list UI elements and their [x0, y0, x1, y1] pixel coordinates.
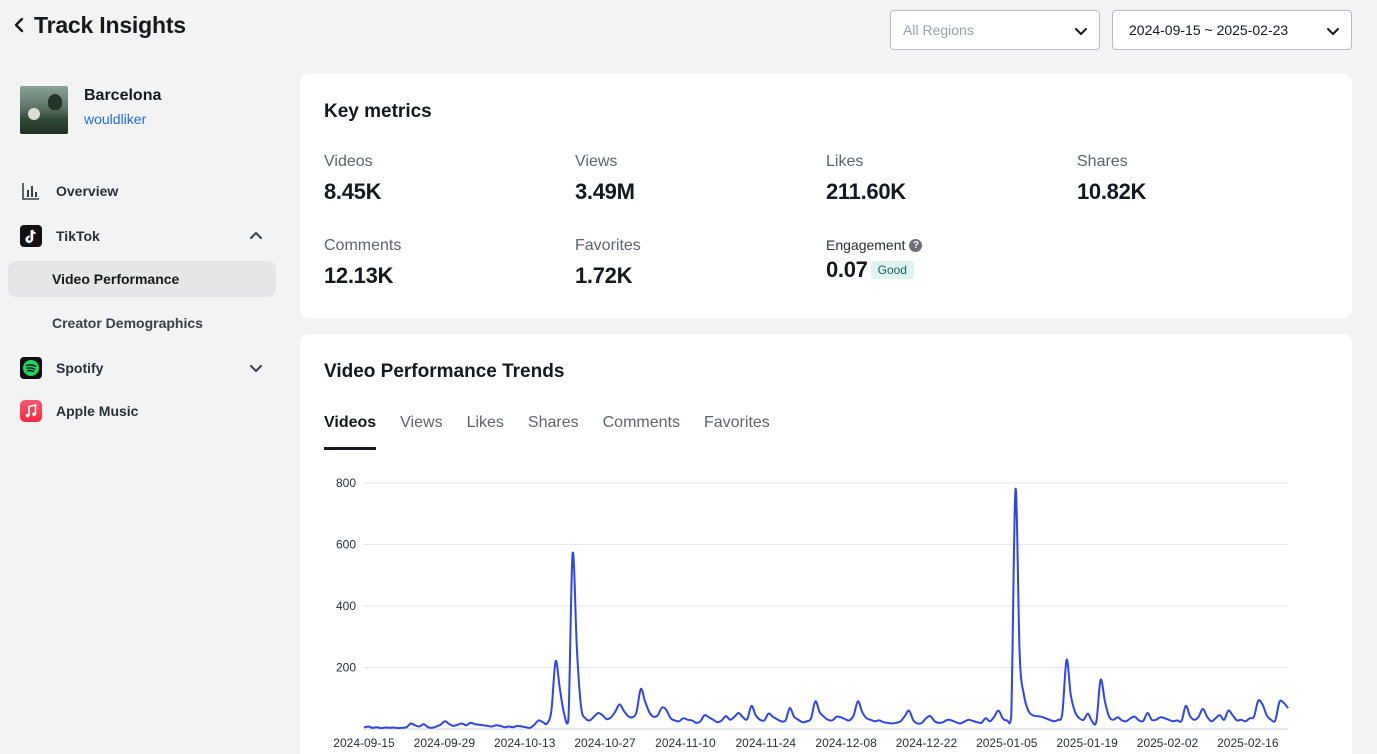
track-artist-link[interactable]: wouldliker	[84, 111, 161, 127]
chevron-down-icon	[1327, 28, 1339, 35]
chevron-left-icon	[14, 17, 24, 33]
metric-value: 12.13K	[324, 263, 394, 288]
metric-favorites: Favorites 1.72K	[575, 237, 641, 289]
track-header: Barcelona wouldliker	[20, 86, 161, 134]
y-tick-label: 800	[336, 476, 356, 490]
tiktok-icon	[20, 225, 42, 247]
sidebar-item-label: Creator Demographics	[52, 315, 203, 331]
metric-engagement: Engagement ? 0.07 Good	[826, 237, 923, 283]
card-title: Key metrics	[324, 101, 432, 122]
tab-comments[interactable]: Comments	[603, 414, 680, 450]
sidebar-item-label: TikTok	[56, 228, 100, 244]
date-range-select[interactable]: 2024-09-15 ~ 2025-02-23	[1112, 10, 1352, 50]
y-tick-label: 600	[336, 538, 356, 552]
metric-value: 3.49M	[575, 179, 635, 204]
metric-value: 8.45K	[324, 179, 382, 204]
metric-views: Views 3.49M	[575, 153, 635, 205]
metric-label: Shares	[1077, 153, 1128, 170]
metric-likes: Likes 211.60K	[826, 153, 906, 205]
y-tick-label: 200	[336, 661, 356, 675]
metric-label: Likes	[826, 153, 864, 170]
page-title: Track Insights	[34, 12, 186, 38]
chevron-down-icon[interactable]	[248, 360, 264, 376]
region-select[interactable]: All Regions	[890, 10, 1100, 50]
tab-views[interactable]: Views	[400, 414, 442, 450]
sidebar-item-tiktok[interactable]: TikTok	[8, 218, 276, 254]
x-tick-label: 2025-02-02	[1137, 736, 1199, 750]
metric-value: 0.07	[826, 257, 868, 282]
metric-label: Views	[575, 153, 618, 170]
series-line-videos	[363, 488, 1289, 730]
performance-trends-card: Video Performance Trends Videos Views Li…	[300, 334, 1352, 754]
date-range-value: 2024-09-15 ~ 2025-02-23	[1129, 22, 1289, 38]
x-tick-label: 2025-02-16	[1217, 736, 1279, 750]
spotify-icon	[20, 357, 42, 379]
y-tick-label: 400	[336, 599, 356, 613]
metric-label: Favorites	[575, 237, 641, 254]
bar-chart-icon	[20, 180, 42, 202]
metric-label: Videos	[324, 153, 373, 170]
apple-music-icon	[20, 400, 42, 422]
sidebar-item-label: Overview	[56, 183, 119, 199]
region-select-value: All Regions	[903, 22, 974, 38]
sidebar-item-creator-demographics[interactable]: Creator Demographics	[8, 305, 276, 341]
tab-likes[interactable]: Likes	[467, 414, 504, 450]
back-button[interactable]	[10, 14, 28, 36]
metric-value: 1.72K	[575, 263, 633, 288]
x-tick-label: 2024-10-13	[494, 736, 556, 750]
metric-tabs: Videos Views Likes Shares Comments Favor…	[324, 414, 794, 450]
metric-label: Comments	[324, 237, 402, 254]
x-tick-label: 2024-11-24	[735, 736, 796, 750]
x-tick-label: 2024-10-27	[574, 736, 636, 750]
help-icon[interactable]: ?	[909, 238, 923, 252]
tab-favorites[interactable]: Favorites	[704, 414, 770, 450]
key-metrics-card: Key metrics Videos 8.45K Views 3.49M Lik…	[300, 74, 1352, 318]
x-tick-label: 2024-09-29	[414, 736, 476, 750]
tab-shares[interactable]: Shares	[528, 414, 579, 450]
status-badge: Good	[870, 261, 914, 279]
sidebar-item-spotify[interactable]: Spotify	[8, 350, 276, 386]
sidebar-item-apple-music[interactable]: Apple Music	[8, 393, 276, 429]
sidebar-item-video-performance[interactable]: Video Performance	[8, 261, 276, 297]
metric-value: 10.82K	[1077, 179, 1147, 204]
x-tick-label: 2024-09-15	[333, 736, 395, 750]
metric-videos: Videos 8.45K	[324, 153, 382, 205]
metric-label: Engagement	[826, 237, 906, 253]
sidebar-item-overview[interactable]: Overview	[8, 173, 276, 209]
trend-line-chart: 200 400 600 800 2024-09-15 2024-09-29 2024-10-…	[333, 476, 1289, 750]
x-tick-label: 2025-01-19	[1056, 736, 1118, 750]
tab-videos[interactable]: Videos	[324, 414, 377, 450]
metric-comments: Comments 12.13K	[324, 237, 401, 289]
metric-value: 211.60K	[826, 179, 906, 204]
sidebar-item-label: Video Performance	[52, 271, 180, 287]
chevron-down-icon	[1075, 28, 1087, 35]
chevron-up-icon[interactable]	[248, 228, 264, 244]
track-name: Barcelona	[84, 87, 162, 104]
x-tick-label: 2024-12-22	[896, 736, 958, 750]
track-artwork	[20, 86, 68, 134]
metric-shares: Shares 10.82K	[1077, 153, 1146, 205]
sidebar-item-label: Apple Music	[56, 403, 139, 419]
sidebar-item-label: Spotify	[56, 360, 104, 376]
card-title: Video Performance Trends	[324, 361, 565, 382]
x-tick-label: 2025-01-05	[976, 736, 1038, 750]
x-tick-label: 2024-11-10	[655, 736, 716, 750]
x-tick-label: 2024-12-08	[815, 736, 877, 750]
